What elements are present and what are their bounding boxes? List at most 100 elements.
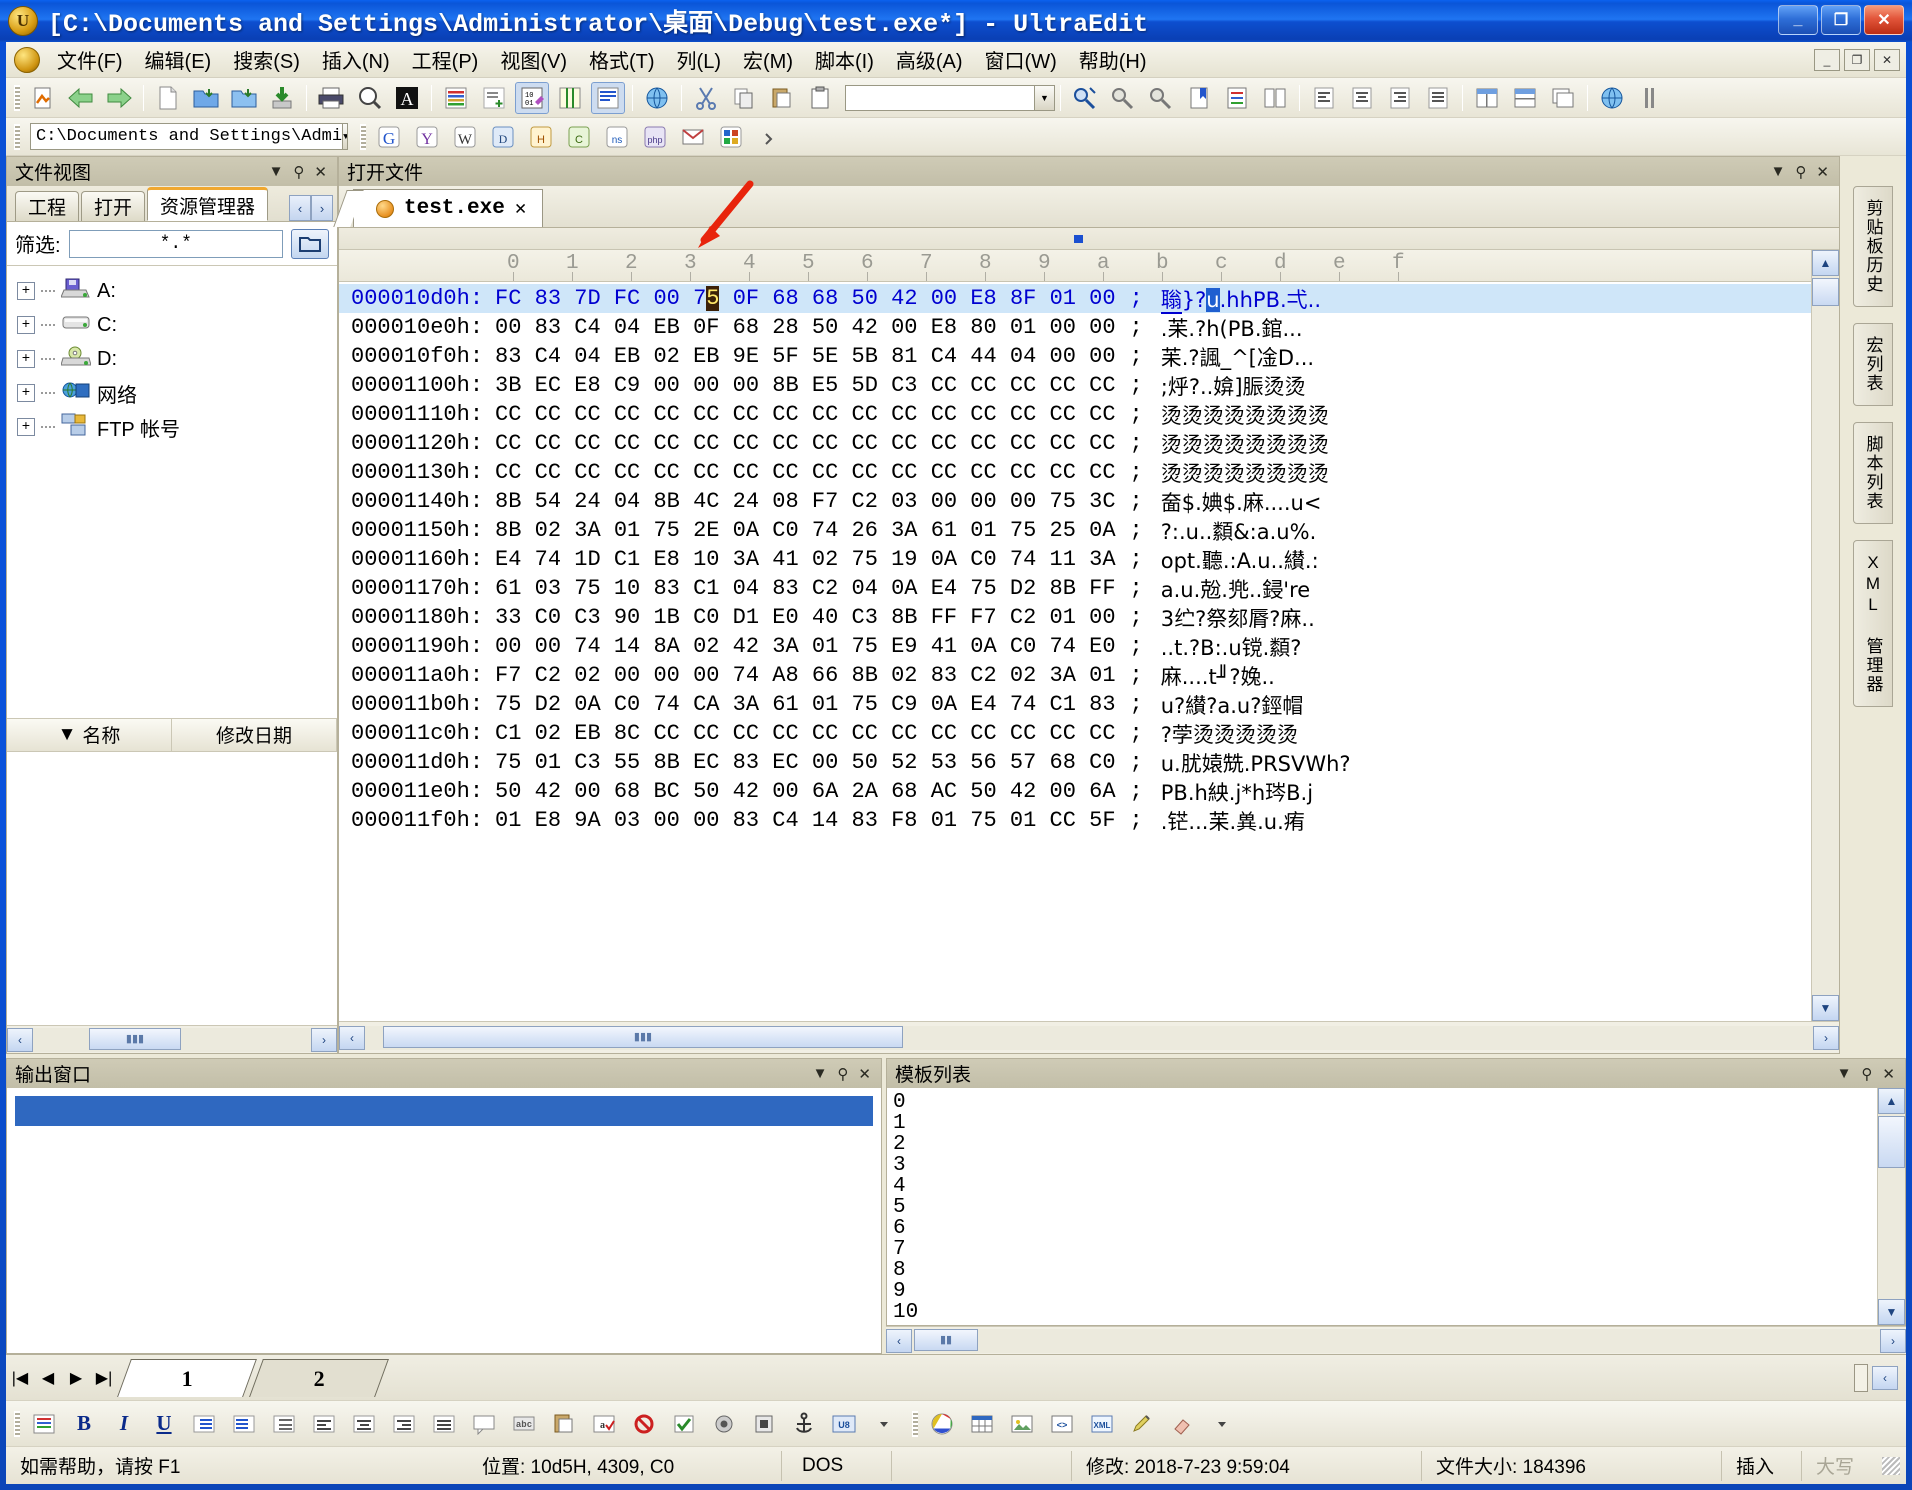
hex-row[interactable]: 00001120h: CC CC CC CC CC CC CC CC CC CC … (339, 429, 1811, 458)
hex-row-bytes[interactable]: CC CC CC CC CC CC CC CC CC CC CC CC CC C… (495, 460, 1116, 485)
hex-row-bytes[interactable]: 3B EC E8 C9 00 00 00 8B E5 5D C3 CC CC C… (495, 373, 1116, 398)
bookmark-icon[interactable] (1182, 82, 1216, 114)
back-arrow-icon[interactable] (64, 82, 98, 114)
expander-icon[interactable]: + (17, 384, 35, 402)
wikipedia-icon[interactable]: W (448, 121, 482, 153)
print-icon[interactable] (314, 82, 348, 114)
cascade-window-icon[interactable] (1546, 82, 1580, 114)
format-toolbar-grip2[interactable] (912, 1410, 918, 1437)
template-list-item[interactable]: 4 (893, 1175, 1877, 1198)
hex-row[interactable]: 00001160h: E4 74 1D C1 E8 10 3A 41 02 75 … (339, 545, 1811, 574)
hex-row[interactable]: 000011d0h: 75 01 C3 55 8B EC 83 EC 00 50 … (339, 748, 1811, 777)
prev-page-icon[interactable]: ◀ (34, 1363, 62, 1393)
hex-row[interactable]: 000011b0h: 75 D2 0A C0 74 CA 3A 61 01 75 … (339, 690, 1811, 719)
list-icon[interactable] (1220, 82, 1254, 114)
hex-row-ascii[interactable]: .苿.?h(PB.錧... (1161, 313, 1303, 343)
template-pane-body[interactable]: 0 1 2 3 4 5 6 7 8 9 10 ▲ ▼ (886, 1088, 1906, 1326)
eraser-icon[interactable] (1165, 1407, 1199, 1441)
editor-menu-icon[interactable]: ▼ (1771, 163, 1786, 180)
format-toolbar-grip[interactable] (14, 1410, 20, 1437)
save-folder-icon[interactable] (227, 82, 261, 114)
hex-row-bytes[interactable]: 75 D2 0A C0 74 CA 3A 61 01 75 C9 0A E4 7… (495, 692, 1116, 717)
template-list-item[interactable]: 2 (893, 1133, 1877, 1156)
expander-icon[interactable]: + (17, 418, 35, 436)
css-icon[interactable]: C (562, 121, 596, 153)
wordwrap-icon[interactable] (591, 81, 625, 114)
template-list-item[interactable]: 6 (893, 1217, 1877, 1240)
hex-row-list[interactable]: 000010d0h: FC 83 7D FC 00 75 0F 68 68 50 … (339, 282, 1811, 1021)
template-list-item[interactable]: 7 (893, 1238, 1877, 1261)
menu-help[interactable]: 帮助(H) (1068, 43, 1158, 76)
toolbar-grip[interactable] (14, 84, 20, 111)
align-right-icon[interactable] (387, 1407, 421, 1441)
hex-row-ascii[interactable]: 烫烫烫烫烫烫烫烫 (1161, 429, 1329, 459)
align-center-icon[interactable] (1345, 82, 1379, 114)
comment-icon[interactable] (467, 1407, 501, 1441)
syntax-highlight-icon[interactable] (439, 82, 473, 114)
cut-icon[interactable] (689, 82, 723, 114)
menu-script[interactable]: 脚本(I) (804, 43, 885, 76)
sort-column-name[interactable]: ▼ 名称 (7, 718, 172, 751)
scroll-right-icon[interactable]: › (1880, 1328, 1906, 1353)
indent-decrease-icon[interactable] (227, 1407, 261, 1441)
file-view-hscrollbar[interactable]: ‹ ▮▮▮ › (7, 1025, 337, 1053)
tab-prev-icon[interactable]: ‹ (289, 195, 311, 221)
record-macro-icon[interactable] (707, 1407, 741, 1441)
new-document-icon[interactable] (151, 82, 185, 114)
list-format-icon[interactable] (27, 1407, 61, 1441)
justify-icon[interactable] (427, 1407, 461, 1441)
hex-cursor-nibble[interactable]: 5 (706, 286, 720, 311)
dropdown-icon[interactable] (867, 1407, 901, 1441)
menu-format[interactable]: 格式(T) (578, 43, 666, 76)
hex-row-bytes[interactable]: 50 42 00 68 BC 50 42 00 6A 2A 68 AC 50 4… (495, 779, 1116, 804)
tree-item-ftp[interactable]: + FTP 帐号 (17, 410, 337, 444)
output-close-icon[interactable]: ✕ (858, 1065, 871, 1083)
hex-row-ascii[interactable]: 3纻?祭郂脣?麻.. (1161, 603, 1315, 633)
page-strip-grip[interactable] (1854, 1363, 1868, 1392)
tab-open[interactable]: 打开 (81, 191, 146, 221)
asp-icon[interactable]: ns (600, 121, 634, 153)
columns-icon[interactable] (553, 82, 587, 114)
document-tab-test-exe[interactable]: test.exe ✕ (353, 189, 544, 227)
tree-item-c[interactable]: + C: (17, 308, 337, 342)
vscroll-thumb[interactable] (1812, 278, 1839, 306)
rail-tab-clipboard-history[interactable]: 剪贴板历史 (1853, 186, 1893, 307)
hscroll-track[interactable]: ▮▮ (912, 1328, 1880, 1353)
hex-hscrollbar[interactable]: ‹ ▮▮▮ › (339, 1021, 1839, 1053)
open-folder-icon[interactable] (189, 82, 223, 114)
hex-row-bytes[interactable]: 00 83 C4 04 EB 0F 68 28 50 42 00 E8 80 0… (495, 315, 1116, 340)
align-center-icon[interactable] (347, 1407, 381, 1441)
hex-row-ascii[interactable]: ?茡烫烫烫烫烫 (1161, 719, 1298, 749)
hex-row-bytes[interactable]: 8B 02 3A 01 75 2E 0A C0 74 26 3A 61 01 7… (495, 518, 1116, 543)
menu-macro[interactable]: 宏(M) (732, 43, 804, 76)
hex-row[interactable]: 00001140h: 8B 54 24 04 8B 4C 24 08 F7 C2 … (339, 487, 1811, 516)
path-combo-box[interactable]: C:\Documents and Settings\Admi ▼ (30, 123, 348, 150)
indent-increase-icon[interactable] (187, 1407, 221, 1441)
paste-icon[interactable] (765, 82, 799, 114)
hscroll-thumb[interactable]: ▮▮▮ (89, 1027, 181, 1050)
hex-row-ascii[interactable]: .铓...苿.兾.u.痏 (1161, 806, 1305, 836)
rail-tab-macro-list[interactable]: 宏列表 (1853, 323, 1893, 406)
menu-advanced[interactable]: 高级(A) (885, 43, 974, 76)
page-scroll-left-icon[interactable]: ‹ (1872, 1365, 1898, 1390)
output-pin-icon[interactable]: ⚲ (837, 1065, 848, 1083)
output-pane-body[interactable] (6, 1088, 882, 1354)
numbered-list-icon[interactable] (267, 1407, 301, 1441)
html-tag-icon[interactable]: <> (1045, 1407, 1079, 1441)
editor-close-icon[interactable]: ✕ (1816, 163, 1829, 181)
chevron-down-icon[interactable]: ▼ (1034, 85, 1054, 110)
hex-row-ascii[interactable]: 烫烫烫烫烫烫烫烫 (1161, 400, 1329, 430)
toolbar2-grip[interactable] (14, 123, 20, 150)
pencil-icon[interactable] (1125, 1407, 1159, 1441)
hex-row-bytes[interactable]: 8B 54 24 04 8B 4C 24 08 F7 C2 03 00 00 0… (495, 489, 1116, 514)
align-left-icon[interactable] (1307, 82, 1341, 114)
scroll-left-icon[interactable]: ‹ (886, 1328, 912, 1353)
scroll-right-icon[interactable]: › (311, 1027, 337, 1052)
first-page-icon[interactable]: |◀ (6, 1363, 34, 1393)
scroll-down-icon[interactable]: ▼ (1878, 1299, 1905, 1325)
hex-row-ascii[interactable]: PB.h紻.j*h琌B.j (1161, 777, 1313, 807)
hex-row[interactable]: 00001110h: CC CC CC CC CC CC CC CC CC CC … (339, 400, 1811, 429)
toolbar3-grip[interactable] (360, 123, 366, 150)
find-prev-icon[interactable] (1106, 82, 1140, 114)
clipboard-icon[interactable] (803, 82, 837, 114)
